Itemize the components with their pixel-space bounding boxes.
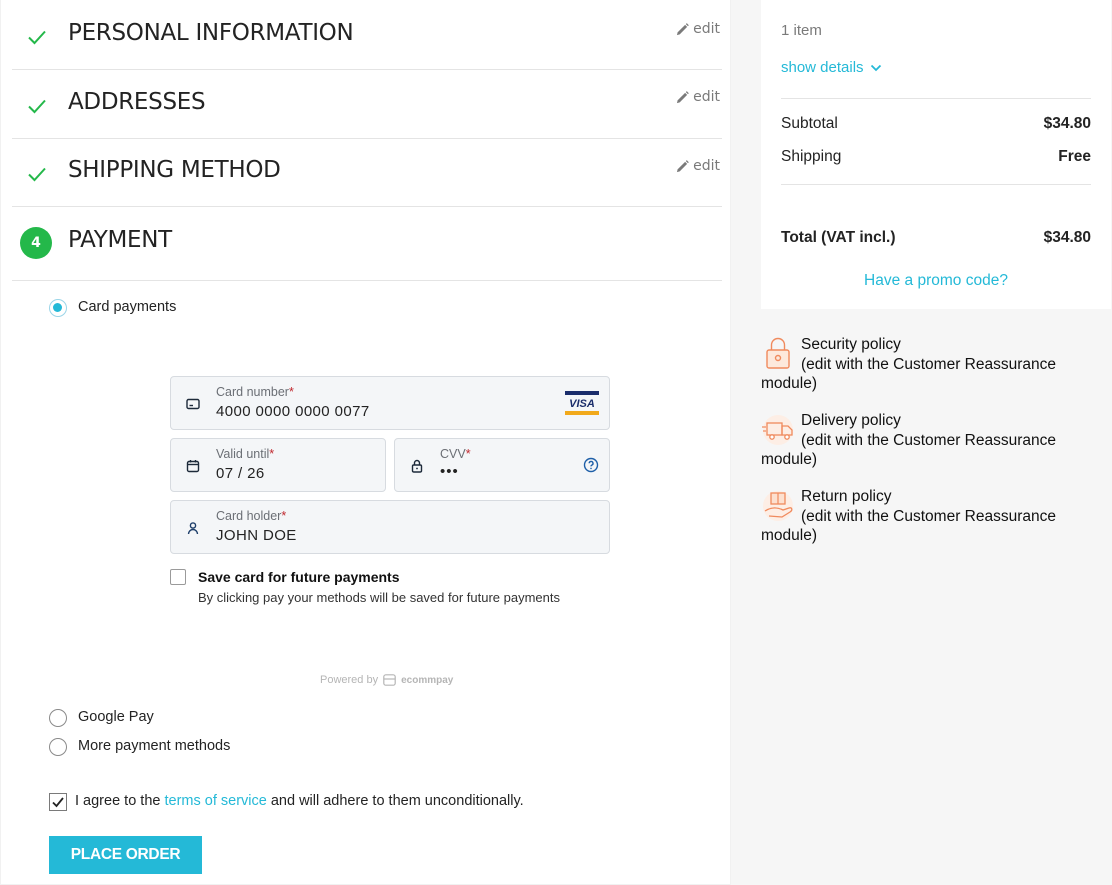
reassurance-text: (edit with the Customer Reassurance modu… [761,355,1057,393]
edit-label: edit [693,158,720,174]
step-personal-information[interactable]: PERSONAL INFORMATION edit [12,0,722,70]
card-holder-value: JOHN DOE [216,527,297,544]
terms-of-service-link[interactable]: terms of service [164,793,266,809]
step-title: PAYMENT [68,227,172,253]
cart-summary: 1 item show details Subtotal $34.80 Ship… [761,0,1111,309]
save-card-title[interactable]: Save card for future payments [198,569,400,585]
step-title: ADDRESSES [68,89,206,115]
step-title: SHIPPING METHOD [68,157,281,183]
reassurance-title: Return policy [801,488,892,505]
step-title: PERSONAL INFORMATION [68,20,354,46]
calendar-icon [186,460,200,473]
user-icon [187,522,199,535]
shipping-value: Free [1058,148,1091,165]
reassurance-text: (edit with the Customer Reassurance modu… [761,507,1057,545]
shipping-label: Shipping [781,148,842,165]
edit-label: edit [693,89,720,105]
cvv-value: ••• [440,463,459,480]
pencil-icon [677,159,689,172]
ecommpay-logo-icon [383,674,396,686]
place-order-button[interactable]: PLACE ORDER [49,836,202,874]
divider [781,184,1091,185]
more-payment-methods-radio[interactable] [49,738,67,756]
reassurance-return: Return policy (edit with the Customer Re… [761,487,1101,546]
step-number-badge: 4 [20,227,52,259]
card-number-value: 4000 0000 0000 0077 [216,403,370,420]
edit-addresses-button[interactable]: edit [676,89,720,105]
pencil-icon [677,22,689,35]
cvv-label: CVV* [440,447,471,461]
lock-icon [411,459,423,473]
reassurance-title: Security policy [801,336,901,353]
card-payments-label[interactable]: Card payments [78,299,176,315]
terms-checkbox[interactable] [49,793,67,811]
edit-label: edit [693,21,720,37]
lock-icon [766,337,790,369]
card-holder-label: Card holder* [216,509,287,523]
reassurance-delivery: Delivery policy (edit with the Customer … [761,411,1101,470]
show-details-label: show details [781,59,864,76]
card-payments-radio[interactable] [49,299,67,317]
total-value: $34.80 [1043,229,1091,246]
check-icon [28,167,46,182]
step-payment: 4 PAYMENT [12,207,722,281]
help-icon[interactable] [583,457,599,473]
terms-text: I agree to the terms of service and will… [75,793,524,809]
check-icon [28,30,46,45]
visa-logo-icon: VISA [565,391,599,415]
checkout-steps-panel: PERSONAL INFORMATION edit ADDRESSES edit… [0,0,731,885]
credit-card-icon [186,398,200,410]
valid-until-field[interactable]: Valid until* 07 / 26 [170,438,386,492]
reassurance-security: Security policy (edit with the Customer … [761,335,1101,394]
save-card-description: By clicking pay your methods will be sav… [198,590,561,605]
card-holder-field[interactable]: Card holder* JOHN DOE [170,500,610,554]
valid-until-label: Valid until* [216,447,275,461]
more-payment-methods-label[interactable]: More payment methods [78,738,230,754]
reassurance-title: Delivery policy [801,412,901,429]
google-pay-label[interactable]: Google Pay [78,709,154,725]
cvv-field[interactable]: CVV* ••• [394,438,610,492]
edit-personal-information-button[interactable]: edit [676,21,720,37]
chevron-down-icon [870,64,881,71]
valid-until-value: 07 / 26 [216,465,265,482]
step-shipping-method[interactable]: SHIPPING METHOD edit [12,139,722,207]
total-label: Total (VAT incl.) [781,229,896,246]
card-number-label: Card number* [216,385,294,399]
return-box-icon [763,491,793,521]
check-icon [28,99,46,114]
provider-name: ecommpay [401,674,454,686]
powered-by: Powered by ecommpay [320,674,453,686]
google-pay-radio[interactable] [49,709,67,727]
edit-shipping-method-button[interactable]: edit [676,158,720,174]
save-card-checkbox[interactable] [170,569,186,585]
show-details-toggle[interactable]: show details [781,59,882,76]
subtotal-label: Subtotal [781,115,838,132]
powered-by-label: Powered by [320,674,379,686]
subtotal-value: $34.80 [1043,115,1091,132]
svg-text:VISA: VISA [569,398,595,410]
reassurance-text: (edit with the Customer Reassurance modu… [761,431,1057,469]
step-addresses[interactable]: ADDRESSES edit [12,70,722,139]
pencil-icon [677,90,689,103]
checkmark-icon [52,797,64,808]
promo-code-link[interactable]: Have a promo code? [761,272,1111,290]
divider [781,98,1091,99]
card-number-field[interactable]: Card number* 4000 0000 0000 0077 VISA [170,376,610,430]
delivery-truck-icon [762,415,793,445]
items-count: 1 item [781,22,822,39]
